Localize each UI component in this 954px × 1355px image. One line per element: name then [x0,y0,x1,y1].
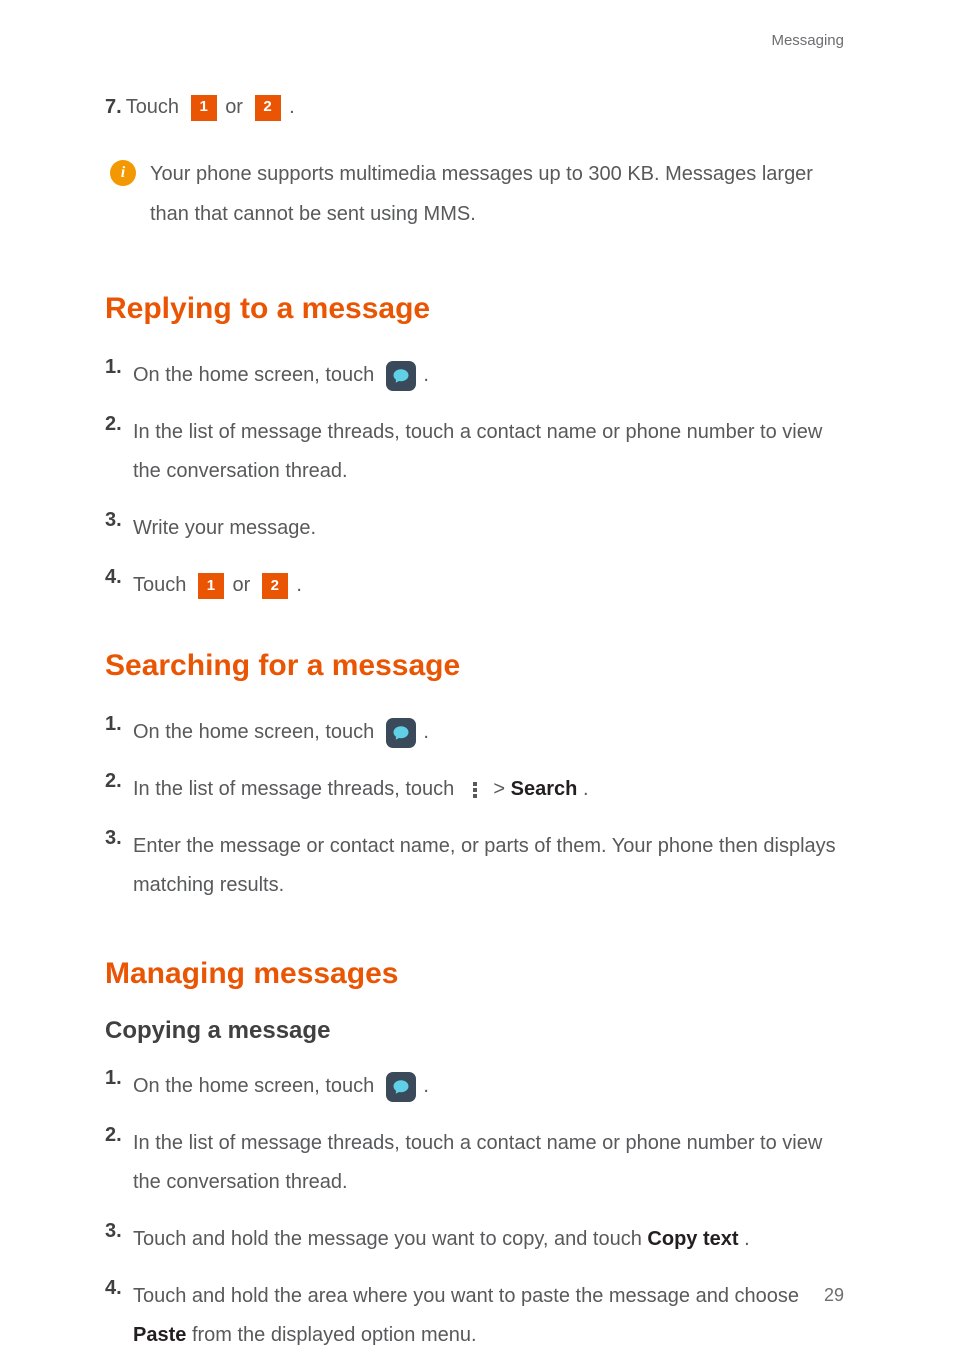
text: Touch and hold the message you want to c… [133,1228,647,1250]
step-4: 4. Touch 1 or 2 . [105,566,844,605]
step-number: 7. [105,96,122,119]
sim2-icon: 2 [255,95,281,121]
info-icon: i [110,160,136,186]
step-content: On the home screen, touch . [133,1067,429,1106]
heading-searching: Searching for a message [105,649,844,683]
heading-replying: Replying to a message [105,292,844,326]
bold-text: Search [511,778,578,800]
step-number: 2. [105,413,129,436]
step-2: 2. In the list of message threads, touch… [105,770,844,809]
step-number: 1. [105,1067,129,1090]
text: . [423,721,429,743]
step-1: 1. On the home screen, touch . [105,713,844,752]
step-content: Write your message. [133,509,316,548]
text: . [423,1075,429,1097]
messaging-app-icon [386,1072,416,1102]
copy-steps: 1. On the home screen, touch . 2. In the… [105,1067,844,1355]
subheading-copying: Copying a message [105,1017,844,1045]
step-7: 7. Touch 1 or 2 . [105,88,844,126]
text: Touch [133,574,192,596]
bold-text: Paste [133,1324,186,1346]
text: or [233,574,256,596]
step-number: 1. [105,356,129,379]
step-content: Touch 1 or 2 . [133,566,302,605]
page-number: 29 [824,1285,844,1306]
step-1: 1. On the home screen, touch . [105,356,844,395]
step-number: 3. [105,827,129,850]
step-3: 3. Enter the message or contact name, or… [105,827,844,905]
step-number: 2. [105,770,129,793]
step-2: 2. In the list of message threads, touch… [105,1124,844,1202]
text: from the displayed option menu. [192,1324,477,1346]
step-4: 4. Touch and hold the area where you wan… [105,1277,844,1355]
bold-text: Copy text [647,1228,738,1250]
text: or [225,96,248,118]
reply-steps: 1. On the home screen, touch . 2. In the… [105,356,844,605]
text: . [583,778,589,800]
sim1-icon: 1 [191,95,217,121]
step-number: 4. [105,1277,129,1300]
text: On the home screen, touch [133,721,380,743]
step-content: Touch and hold the message you want to c… [133,1220,750,1259]
text: . [296,574,302,596]
step-2: 2. In the list of message threads, touch… [105,413,844,491]
step-number: 4. [105,566,129,589]
messaging-app-icon [386,718,416,748]
text: On the home screen, touch [133,364,380,386]
step-content: Touch 1 or 2 . [126,88,295,126]
step-3: 3. Write your message. [105,509,844,548]
step-content: Touch and hold the area where you want t… [133,1277,844,1355]
step-content: Enter the message or contact name, or pa… [133,827,844,905]
running-head: Messaging [771,32,844,49]
step-3: 3. Touch and hold the message you want t… [105,1220,844,1259]
step-content: In the list of message threads, touch > … [133,770,589,809]
note-block: i Your phone supports multimedia message… [110,154,844,234]
step-number: 2. [105,1124,129,1147]
text: On the home screen, touch [133,1075,380,1097]
sim1-icon: 1 [198,573,224,599]
step-content: In the list of message threads, touch a … [133,1124,844,1202]
text: In the list of message threads, touch [133,778,460,800]
step-number: 3. [105,1220,129,1243]
messaging-app-icon [386,361,416,391]
step-number: 1. [105,713,129,736]
text: . [423,364,429,386]
sim2-icon: 2 [262,573,288,599]
search-steps: 1. On the home screen, touch . 2. In the… [105,713,844,905]
text: . [289,96,295,118]
text: > [493,778,510,800]
overflow-menu-icon [468,780,482,800]
text: Touch and hold the area where you want t… [133,1285,799,1307]
text: . [744,1228,750,1250]
step-content: In the list of message threads, touch a … [133,413,844,491]
step-content: On the home screen, touch . [133,356,429,395]
note-text: Your phone supports multimedia messages … [150,154,844,234]
step-1: 1. On the home screen, touch . [105,1067,844,1106]
heading-managing: Managing messages [105,957,844,991]
text: Touch [126,96,185,118]
step-number: 3. [105,509,129,532]
step-content: On the home screen, touch . [133,713,429,752]
